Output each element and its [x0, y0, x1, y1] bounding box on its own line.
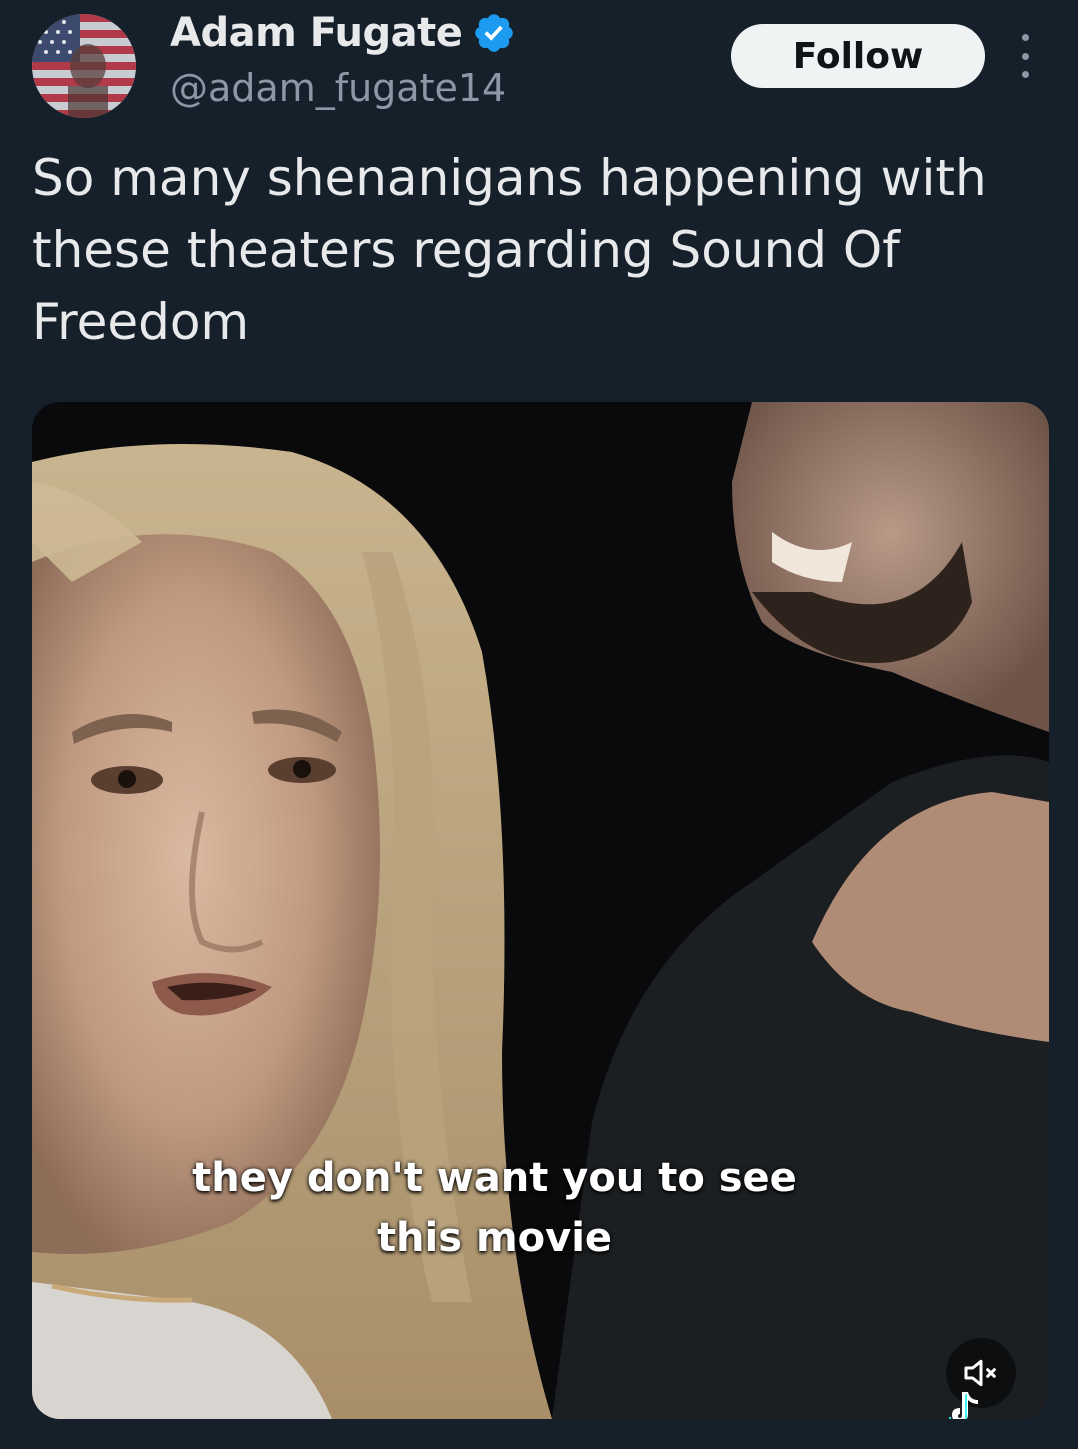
- author-handle[interactable]: @adam_fugate14: [170, 66, 506, 110]
- tiktok-icon: [942, 1388, 988, 1419]
- video-caption-line-2: this movie: [376, 1215, 613, 1261]
- video-caption-line-1: they don't want you to see: [192, 1155, 797, 1201]
- author-name[interactable]: Adam Fugate: [170, 10, 516, 56]
- more-vertical-icon[interactable]: [1010, 34, 1040, 78]
- verified-badge-icon: [472, 11, 516, 55]
- speaker-muted-icon: [964, 1359, 996, 1387]
- video-caption: they don't want you to see this movie: [32, 1148, 1049, 1268]
- tweet-video[interactable]: they don't want you to see this movie: [32, 402, 1049, 1419]
- avatar[interactable]: [32, 14, 136, 118]
- follow-button[interactable]: Follow: [731, 24, 985, 88]
- author-display-name[interactable]: Adam Fugate: [170, 10, 463, 56]
- american-flag-avatar-icon: [32, 14, 136, 118]
- tweet-text: So many shenanigans happening with these…: [32, 149, 987, 351]
- tweet-container: Adam Fugate @adam_fugate14 Follow So man…: [0, 0, 1078, 1449]
